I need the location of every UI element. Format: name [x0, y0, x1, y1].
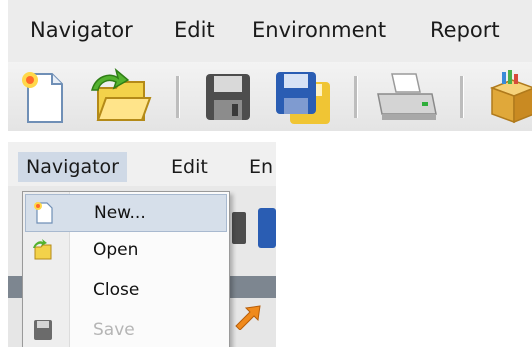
- arrow-icon: [235, 305, 261, 330]
- save-all-disks-icon: [258, 208, 276, 248]
- menu-item-label: Close: [93, 280, 140, 300]
- menu-item-open[interactable]: Open: [25, 232, 227, 268]
- menu-edit[interactable]: Edit: [171, 152, 208, 182]
- navigator-menu-crop: Navigator Edit En New... Open Close Save: [8, 142, 276, 347]
- toolbar-separator: [354, 76, 358, 118]
- save-disk-icon: [206, 74, 250, 120]
- package-icon: [489, 70, 532, 124]
- menu-environment[interactable]: Environment: [252, 17, 386, 43]
- menu-item-label: Save: [93, 320, 135, 340]
- new-document-icon: [34, 202, 53, 224]
- menu-bar: Navigator Edit Environment Report: [8, 0, 532, 62]
- open-button[interactable]: [86, 67, 156, 126]
- menu-item-save: Save: [25, 312, 227, 347]
- menu-item-label: Open: [93, 240, 139, 260]
- menu-edit[interactable]: Edit: [174, 17, 215, 43]
- new-document-icon: [22, 72, 63, 123]
- new-button[interactable]: [16, 68, 72, 126]
- save-all-disks-icon: [276, 72, 330, 124]
- toolbar-separator: [460, 76, 464, 118]
- toolbar-separator: [176, 76, 180, 118]
- menu-bar: Navigator Edit En: [8, 142, 276, 186]
- open-folder-icon: [91, 67, 152, 121]
- toolbar: [8, 62, 532, 131]
- menu-item-label: New...: [94, 203, 146, 223]
- open-folder-icon: [33, 239, 52, 260]
- printer-icon: [377, 73, 437, 120]
- print-button[interactable]: [370, 68, 442, 126]
- save-disk-icon: [232, 212, 246, 244]
- save-disk-icon: [34, 320, 52, 340]
- navigator-dropdown-menu: New... Open Close Save: [22, 191, 230, 347]
- menu-item-close[interactable]: Close: [25, 272, 227, 308]
- menu-item-new[interactable]: New...: [25, 194, 227, 232]
- menu-navigator[interactable]: Navigator: [18, 152, 127, 182]
- main-window-crop: Navigator Edit Environment Report: [8, 0, 532, 131]
- save-all-button[interactable]: [268, 68, 338, 126]
- package-button[interactable]: [478, 68, 532, 126]
- save-button[interactable]: [198, 68, 256, 126]
- menu-environment[interactable]: En: [249, 152, 273, 182]
- menu-report[interactable]: Report: [430, 17, 500, 43]
- menu-navigator[interactable]: Navigator: [30, 17, 133, 43]
